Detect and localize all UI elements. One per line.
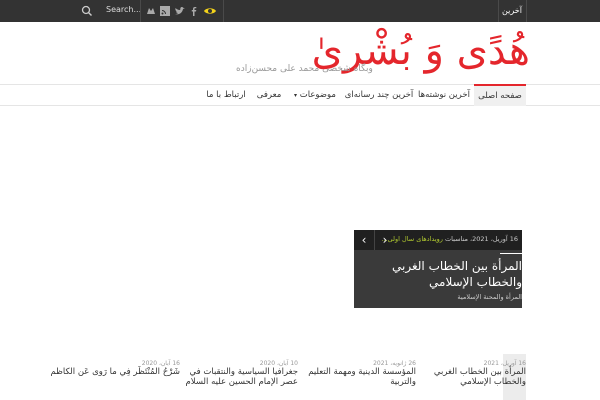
divider [140, 0, 141, 22]
post-title[interactable]: المرأة بين الخطاب الغربي [426, 367, 526, 377]
slider-prev-button[interactable]: ‹ [354, 230, 374, 250]
featured-slider[interactable]: ‹ › 16 آوریل، 2021، مناسبات رویدادهای سا… [354, 230, 522, 308]
post-title[interactable]: جغرافيا السياسية والنتقبات في [188, 367, 298, 377]
post-item[interactable]: 16 آبان، 2020 شَرْحُ المُنْتَظَر فِي ما … [50, 360, 180, 377]
slider-category-link[interactable]: رویدادهای سال اولی... [381, 235, 443, 243]
slider-divider [500, 253, 522, 254]
nav-item-contact[interactable]: ارتباط با ما [202, 85, 250, 105]
search-input[interactable]: Search... [106, 5, 141, 14]
post-title[interactable]: والخطاب الإسلامي [426, 377, 526, 387]
social-icon-1[interactable] [145, 5, 157, 17]
post-title[interactable]: عصر الإمام الحسين عليه السلام [186, 377, 299, 387]
post-date: 26 ژانویه، 2021 [373, 360, 416, 367]
nav-item-latest-media[interactable]: آخرین چند رسانه‌ای [344, 85, 414, 105]
slider-bottom-category[interactable]: المرأة والمحنة الإسلامية [457, 293, 522, 301]
nav-item-latest-posts[interactable]: آخرین نوشته‌ها [416, 85, 472, 105]
nav-item-about[interactable]: معرفی [252, 85, 286, 105]
post-title[interactable]: المؤسسة الدينية ومهمة التعليم [306, 367, 416, 377]
post-item[interactable]: 16 آوریل، 2021 المرأة بين الخطاب الغربي … [426, 360, 526, 387]
divider [526, 0, 527, 22]
slider-meta-bar: ‹ › 16 آوریل، 2021، مناسبات رویدادهای سا… [354, 230, 522, 250]
post-date: 16 آبان، 2020 [141, 360, 180, 367]
slider-date: 16 آوریل، 2021 [472, 235, 518, 243]
post-item[interactable]: 26 ژانویه، 2021 المؤسسة الدينية ومهمة ال… [306, 360, 416, 387]
nav-item-home[interactable]: صفحه اصلی [474, 84, 526, 106]
post-title[interactable]: شَرْحُ المُنْتَظَر فِي ما رَوى عَن الكاظ… [50, 367, 180, 377]
nav-item-topics[interactable]: موضوعات ▾ [288, 85, 342, 105]
search-icon[interactable] [79, 3, 95, 19]
main-navigation: صفحه اصلی آخرین نوشته‌ها آخرین چند رسانه… [0, 84, 600, 106]
eye-icon[interactable] [203, 5, 217, 17]
post-date: 10 آبان، 2020 [259, 360, 298, 367]
post-item[interactable]: 10 آبان، 2020 جغرافيا السياسية والنتقبات… [186, 360, 299, 387]
feed-icon[interactable] [159, 5, 171, 17]
slider-meta-sep: ، مناسبات [445, 235, 473, 243]
latest-posts-link[interactable]: آخرین [498, 0, 526, 22]
post-date: 16 آوریل، 2021 [483, 360, 526, 367]
top-bar: Search... آخرین [0, 0, 600, 22]
post-title[interactable]: والتربية [306, 377, 416, 387]
slider-title[interactable]: المرأة بين الخطاب الغربي والخطاب الإسلام… [354, 258, 522, 290]
chevron-down-icon: ▾ [294, 92, 298, 99]
site-tagline: وبگاه شخصی محمد علی محسن‌زاده [236, 64, 373, 74]
twitter-icon[interactable] [174, 5, 186, 17]
slider-meta: 16 آوریل، 2021، مناسبات رویدادهای سال او… [381, 235, 518, 243]
divider [223, 0, 224, 22]
nav-item-topics-label: موضوعات [299, 90, 336, 100]
facebook-icon[interactable] [188, 5, 200, 17]
